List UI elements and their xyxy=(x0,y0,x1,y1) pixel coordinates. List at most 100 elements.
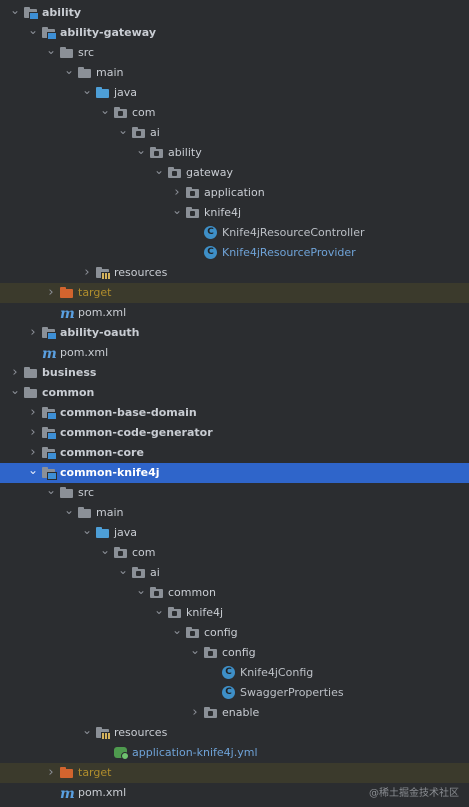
tree-row[interactable]: › target xyxy=(0,283,469,303)
tree-row[interactable]: › common-code-generator xyxy=(0,423,469,443)
tree-row[interactable]: ⌄ knife4j xyxy=(0,203,469,223)
tree-row[interactable]: › common-base-domain xyxy=(0,403,469,423)
package-icon xyxy=(186,627,200,639)
tree-row[interactable]: ⌄ config xyxy=(0,643,469,663)
tree-row[interactable]: m pom.xml xyxy=(0,343,469,363)
module-folder-icon xyxy=(42,327,57,340)
module-folder-icon xyxy=(24,7,39,20)
tree-row[interactable]: ⌄ main xyxy=(0,503,469,523)
tree-row[interactable]: › target xyxy=(0,763,469,783)
tree-row[interactable]: › resources xyxy=(0,263,469,283)
tree-row[interactable]: m pom.xml xyxy=(0,303,469,323)
chevron-right-icon[interactable]: › xyxy=(8,363,22,383)
chevron-down-icon[interactable]: ⌄ xyxy=(44,483,58,503)
tree-row[interactable]: ⌄ gateway xyxy=(0,163,469,183)
chevron-down-icon[interactable]: ⌄ xyxy=(98,543,112,563)
tree-row-label: target xyxy=(78,286,112,299)
package-icon xyxy=(168,167,182,179)
chevron-down-icon[interactable]: ⌄ xyxy=(62,503,76,523)
tree-row[interactable]: C Knife4jResourceController xyxy=(0,223,469,243)
package-icon xyxy=(204,647,218,659)
chevron-down-icon[interactable]: ⌄ xyxy=(152,603,166,623)
folder-icon xyxy=(24,387,38,399)
chevron-right-icon[interactable]: › xyxy=(26,423,40,443)
tree-row[interactable]: ⌄ java xyxy=(0,523,469,543)
tree-row[interactable]: › enable xyxy=(0,703,469,723)
chevron-right-icon[interactable]: › xyxy=(26,403,40,423)
chevron-down-icon[interactable]: ⌄ xyxy=(116,563,130,583)
tree-row-label: main xyxy=(96,66,124,79)
tree-row[interactable]: ⌄ ability-gateway xyxy=(0,23,469,43)
chevron-down-icon[interactable]: ⌄ xyxy=(116,123,130,143)
tree-row[interactable]: › application xyxy=(0,183,469,203)
chevron-right-icon[interactable]: › xyxy=(188,703,202,723)
chevron-down-icon[interactable]: ⌄ xyxy=(62,63,76,83)
tree-row-label: Knife4jResourceController xyxy=(222,226,365,239)
package-icon xyxy=(204,707,218,719)
tree-row[interactable]: ⌄ common xyxy=(0,383,469,403)
chevron-right-icon[interactable]: › xyxy=(170,183,184,203)
tree-row[interactable]: ⌄ src xyxy=(0,43,469,63)
package-icon xyxy=(114,107,128,119)
tree-row-label: knife4j xyxy=(204,206,242,219)
tree-row-label: gateway xyxy=(186,166,234,179)
tree-row[interactable]: C SwaggerProperties xyxy=(0,683,469,703)
tree-row[interactable]: application-knife4j.yml xyxy=(0,743,469,763)
chevron-down-icon[interactable]: ⌄ xyxy=(188,643,202,663)
tree-row-label: common-knife4j xyxy=(60,466,160,479)
folder-icon xyxy=(60,487,74,499)
tree-row[interactable]: ⌄ com xyxy=(0,103,469,123)
tree-row-label: application-knife4j.yml xyxy=(132,746,258,759)
tree-row[interactable]: › business xyxy=(0,363,469,383)
project-tree[interactable]: ⌄ ability ⌄ ability-gateway ⌄ src ⌄ main ⌄ java ⌄ c… xyxy=(0,3,469,803)
tree-row[interactable]: C Knife4jResourceProvider xyxy=(0,243,469,263)
chevron-down-icon[interactable]: ⌄ xyxy=(26,463,40,483)
chevron-right-icon[interactable]: › xyxy=(44,763,58,783)
chevron-down-icon[interactable]: ⌄ xyxy=(98,103,112,123)
chevron-right-icon[interactable]: › xyxy=(44,283,58,303)
tree-row[interactable]: ⌄ knife4j xyxy=(0,603,469,623)
chevron-down-icon[interactable]: ⌄ xyxy=(170,623,184,643)
tree-row[interactable]: C Knife4jConfig xyxy=(0,663,469,683)
folder-icon xyxy=(78,67,92,79)
tree-row[interactable]: ⌄ common-knife4j xyxy=(0,463,469,483)
chevron-down-icon[interactable]: ⌄ xyxy=(80,83,94,103)
tree-row[interactable]: ⌄ com xyxy=(0,543,469,563)
chevron-down-icon[interactable]: ⌄ xyxy=(80,523,94,543)
chevron-down-icon[interactable]: ⌄ xyxy=(26,23,40,43)
tree-row-label: knife4j xyxy=(186,606,224,619)
tree-row[interactable]: › ability-oauth xyxy=(0,323,469,343)
tree-row[interactable]: › common-core xyxy=(0,443,469,463)
tree-row[interactable]: ⌄ config xyxy=(0,623,469,643)
package-icon xyxy=(114,547,128,559)
chevron-right-icon[interactable]: › xyxy=(80,263,94,283)
tree-row[interactable]: ⌄ ai xyxy=(0,563,469,583)
chevron-down-icon[interactable]: ⌄ xyxy=(134,583,148,603)
tree-row[interactable]: ⌄ java xyxy=(0,83,469,103)
tree-row-label: Knife4jResourceProvider xyxy=(222,246,356,259)
resources-folder-icon xyxy=(96,267,111,280)
chevron-down-icon[interactable]: ⌄ xyxy=(170,203,184,223)
tree-row-label: pom.xml xyxy=(60,346,109,359)
chevron-down-icon[interactable]: ⌄ xyxy=(44,43,58,63)
tree-row[interactable]: ⌄ ai xyxy=(0,123,469,143)
tree-row[interactable]: ⌄ src xyxy=(0,483,469,503)
tree-row-label: ai xyxy=(150,126,160,139)
chevron-right-icon[interactable]: › xyxy=(26,323,40,343)
chevron-down-icon[interactable]: ⌄ xyxy=(134,143,148,163)
tree-row[interactable]: ⌄ ability xyxy=(0,3,469,23)
chevron-down-icon[interactable]: ⌄ xyxy=(80,723,94,743)
module-folder-icon xyxy=(42,407,57,420)
chevron-right-icon[interactable]: › xyxy=(26,443,40,463)
tree-row[interactable]: ⌄ common xyxy=(0,583,469,603)
maven-icon: m xyxy=(42,346,57,362)
tree-row[interactable]: ⌄ main xyxy=(0,63,469,83)
tree-row[interactable]: ⌄ ability xyxy=(0,143,469,163)
source-folder-icon xyxy=(96,87,110,99)
package-icon xyxy=(150,587,164,599)
chevron-down-icon[interactable]: ⌄ xyxy=(152,163,166,183)
tree-row-label: ability xyxy=(42,6,82,19)
chevron-down-icon[interactable]: ⌄ xyxy=(8,3,22,23)
chevron-down-icon[interactable]: ⌄ xyxy=(8,383,22,403)
tree-row[interactable]: ⌄ resources xyxy=(0,723,469,743)
